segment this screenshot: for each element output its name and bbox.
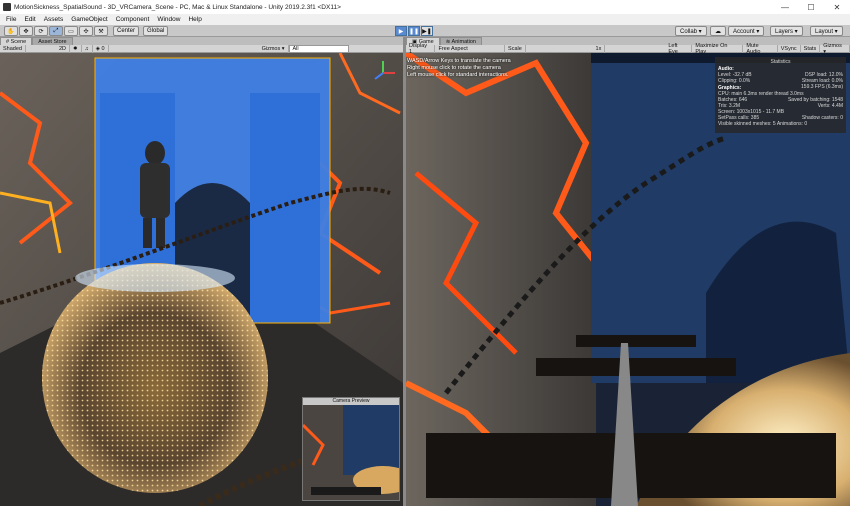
window-controls: — ☐ ✕: [772, 0, 850, 14]
menu-assets[interactable]: Assets: [40, 16, 68, 23]
hand-tool-icon[interactable]: ✋: [4, 26, 18, 36]
vsync-toggle[interactable]: VSync: [778, 44, 801, 53]
game-gizmos-dropdown[interactable]: Gizmos ▾: [820, 43, 850, 55]
draw-mode-dropdown[interactable]: Shaded: [0, 44, 26, 53]
help-line: Left mouse click for standard interactio…: [407, 72, 509, 78]
step-button[interactable]: ▶❚: [421, 26, 433, 36]
transform-tool-icon[interactable]: ✣: [79, 26, 93, 36]
aspect-dropdown[interactable]: Free Aspect: [435, 44, 506, 53]
statistics-panel: Statistics Audio: Level: -32.7 dB DSP lo…: [715, 57, 846, 133]
camera-preview-render: [301, 405, 413, 500]
camera-preview-title: Camera Preview: [303, 398, 399, 405]
menu-edit[interactable]: Edit: [20, 16, 39, 23]
layers-dropdown[interactable]: Layers ▾: [770, 26, 803, 36]
minimize-button[interactable]: —: [772, 0, 798, 14]
shadow-casters: Shadow casters: 0: [801, 115, 843, 121]
help-line: Right mouse click to rotate the camera: [407, 65, 501, 71]
display-dropdown[interactable]: Display 1: [406, 43, 436, 55]
verts: Verts: 4.4M: [817, 103, 843, 109]
scale-label: Scale: [505, 44, 526, 53]
maximize-button[interactable]: ☐: [798, 0, 824, 14]
statistics-title: Statistics: [770, 59, 791, 65]
scene-search-input[interactable]: All: [288, 44, 349, 53]
close-button[interactable]: ✕: [824, 0, 850, 14]
menu-file[interactable]: File: [2, 16, 20, 23]
play-button[interactable]: ▶: [395, 26, 407, 36]
menu-help[interactable]: Help: [184, 16, 205, 23]
menu-window[interactable]: Window: [153, 16, 184, 23]
game-view-bar: Display 1 Free Aspect Scale 1x Left Eye …: [406, 43, 850, 55]
rect-tool-icon[interactable]: ▭: [64, 26, 78, 36]
scale-slider[interactable]: 1x: [526, 44, 606, 53]
graphics-header-row: Graphics: 159.3 FPS (6.3ms): [718, 84, 843, 91]
pivot-global-toggle[interactable]: Global: [143, 26, 169, 36]
account-dropdown[interactable]: Account ▾: [728, 26, 765, 36]
unity-logo-icon: [3, 3, 11, 11]
camera-preview: Camera Preview: [301, 397, 413, 501]
rotate-tool-icon[interactable]: ⟳: [34, 26, 48, 36]
skinned-meshes-line: Visible skinned meshes: 5 Animations: 0: [718, 121, 808, 127]
pivot-center-toggle[interactable]: Center: [113, 26, 140, 36]
menu-component[interactable]: Component: [112, 16, 154, 23]
2d-toggle[interactable]: 2D: [56, 44, 70, 53]
pause-button[interactable]: ❚❚: [408, 26, 420, 36]
audio-toggle-icon[interactable]: ♫: [82, 44, 93, 53]
help-line: WASD/Arrow Keys to translate the camera: [407, 58, 511, 64]
move-tool-icon[interactable]: ✥: [19, 26, 33, 36]
layout-dropdown[interactable]: Layout ▾: [810, 26, 843, 36]
stats-toggle[interactable]: Stats: [801, 44, 821, 53]
window-title: MotionSickness_SpatialSound - 3D_VRCamer…: [14, 3, 341, 11]
mute-audio-toggle[interactable]: Mute Audio: [743, 43, 778, 55]
cloud-icon[interactable]: ☁: [710, 26, 726, 36]
fps-value: 159.3 FPS (6.3ms): [801, 84, 843, 90]
effects-toggle-icon[interactable]: ◈ 0: [93, 44, 109, 53]
scale-tool-icon[interactable]: ⤢: [49, 26, 63, 36]
menu-bar: File Edit Assets GameObject Component Wi…: [0, 14, 850, 25]
title-bar: MotionSickness_SpatialSound - 3D_VRCamer…: [0, 0, 850, 14]
maximize-on-play-toggle[interactable]: Maximize On Play: [692, 43, 744, 55]
scene-view-bar: Shaded 2D ✹ ♫ ◈ 0 Gizmos ▾ All: [0, 44, 403, 53]
menu-gameobject[interactable]: GameObject: [67, 16, 112, 23]
collab-dropdown[interactable]: Collab ▾: [675, 26, 707, 36]
lighting-toggle-icon[interactable]: ✹: [70, 44, 82, 53]
main-toolbar: ✋ ✥ ⟳ ⤢ ▭ ✣ ⚒ Center Global ▶ ❚❚ ▶❚ Coll…: [0, 25, 850, 37]
eye-dropdown[interactable]: Left Eye: [665, 43, 693, 55]
scene-gizmos-dropdown[interactable]: Gizmos ▾: [259, 44, 289, 53]
camera-help-text: WASD/Arrow Keys to translate the camera …: [407, 58, 511, 79]
audio-clipping: Clipping: 0.0%: [718, 78, 751, 84]
custom-tool-icon[interactable]: ⚒: [94, 26, 108, 36]
